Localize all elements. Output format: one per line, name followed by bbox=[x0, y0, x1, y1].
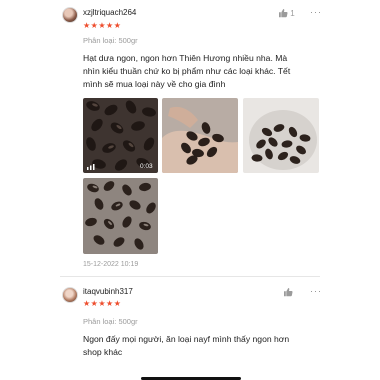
thumbs-up-icon bbox=[283, 288, 293, 297]
comment-line: nhìn kiểu thuần chứ ko bị phẩm như các l… bbox=[83, 65, 291, 76]
like-button[interactable]: 1 bbox=[278, 8, 295, 18]
more-options-button[interactable]: ··· bbox=[310, 286, 322, 296]
video-duration: 0:03 bbox=[140, 163, 153, 170]
review-photo[interactable] bbox=[243, 98, 319, 173]
avatar[interactable] bbox=[62, 287, 78, 303]
rating-stars: ★★★★★ bbox=[83, 21, 122, 30]
reviews-panel: xzjltriquach264 ★★★★★ Phân loại: 500gr 1… bbox=[0, 0, 380, 380]
review-photo[interactable] bbox=[83, 178, 158, 254]
like-count: 1 bbox=[290, 9, 295, 18]
review-variant: Phân loại: 500gr bbox=[83, 317, 138, 326]
review-comment: Hạt dưa ngon, ngon hơn Thiên Hương nhiều… bbox=[83, 52, 328, 90]
video-icon bbox=[87, 164, 95, 172]
review-timestamp: 15-12-2022 10:19 bbox=[83, 261, 139, 268]
like-button[interactable] bbox=[283, 287, 293, 297]
thumbs-up-icon bbox=[278, 9, 290, 18]
review-username[interactable]: xzjltriquach264 bbox=[83, 8, 136, 17]
divider bbox=[60, 276, 320, 277]
review-username[interactable]: itaqvubinh317 bbox=[83, 287, 133, 296]
review-variant: Phân loại: 500gr bbox=[83, 36, 138, 45]
comment-line: shop khác bbox=[83, 346, 123, 357]
comment-line: mình sẽ mua loại này về cho gia đình bbox=[83, 78, 226, 89]
comment-line: Ngon đấy mọi người, ăn loại nayf mình th… bbox=[83, 334, 290, 344]
more-options-button[interactable]: ··· bbox=[310, 7, 322, 17]
avatar[interactable] bbox=[62, 7, 78, 23]
rating-stars: ★★★★★ bbox=[83, 299, 122, 308]
review-photo[interactable] bbox=[162, 98, 238, 173]
review-video-thumbnail[interactable]: 0:03 bbox=[83, 98, 158, 173]
review-comment: Ngon đấy mọi người, ăn loại nayf mình th… bbox=[83, 333, 328, 359]
comment-line: Hạt dưa ngon, ngon hơn Thiên Hương nhiều… bbox=[83, 53, 288, 63]
